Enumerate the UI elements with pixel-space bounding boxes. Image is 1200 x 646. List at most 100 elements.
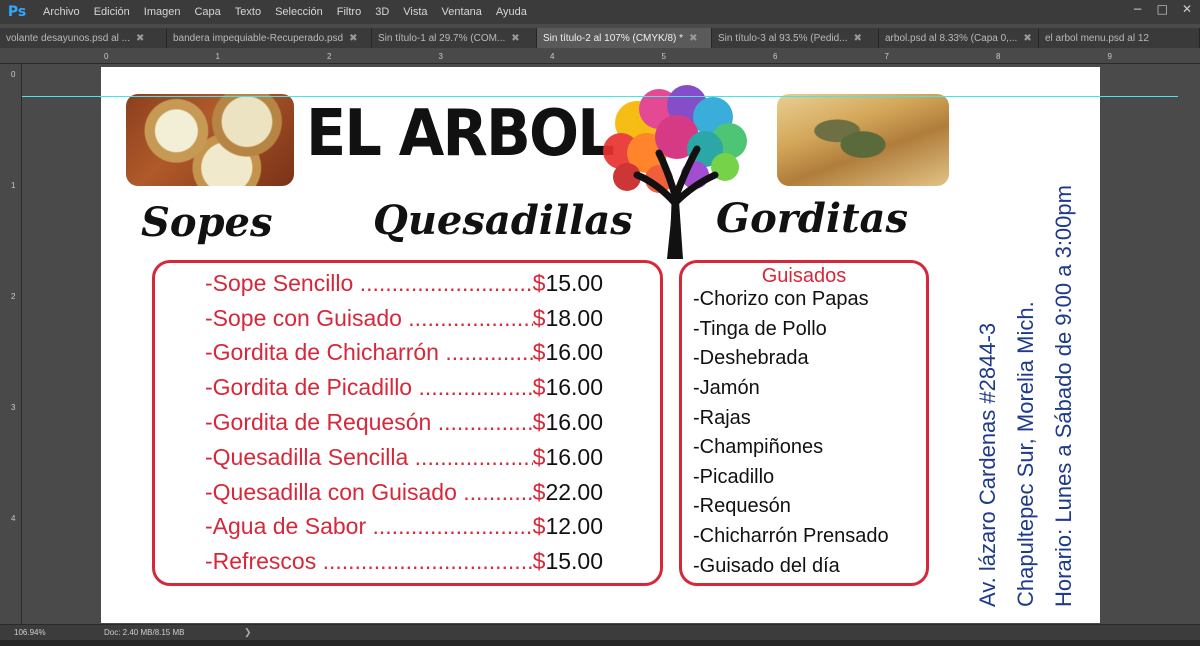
price-row: -Quesadilla Sencilla$16.00 [205, 440, 665, 475]
price-row: -Sope Sencillo$15.00 [205, 266, 665, 301]
currency-symbol: $ [532, 548, 546, 575]
guisado-item: -Guisado del día [693, 554, 840, 577]
menu-item-price: $15.00 [533, 270, 665, 297]
ruler-tick-label: 5 [661, 52, 666, 61]
currency-symbol: $ [532, 443, 546, 470]
status-bar: 106.94% Doc: 2.40 MB/8.15 MB ❯ [0, 624, 1200, 640]
ruler-tick-label: 3 [11, 403, 16, 412]
restaurant-title: EL ARBOL [306, 97, 615, 171]
menu-item-name: -Gordita de Picadillo [205, 374, 533, 401]
horizontal-ruler[interactable]: 0 1 2 3 4 5 6 7 8 9 [0, 50, 1200, 64]
ruler-tick-label: 0 [11, 70, 16, 79]
menu-item-capa[interactable]: Capa [187, 6, 227, 18]
photoshop-window: Ps Archivo Edición Imagen Capa Texto Selecció… [0, 0, 1200, 646]
menu-item-price: $16.00 [533, 444, 665, 471]
tab-close-icon[interactable]: ✖ [349, 33, 357, 44]
price-amount: 22.00 [545, 478, 603, 505]
price-amount: 16.00 [545, 443, 603, 470]
menu-item-vista[interactable]: Vista [396, 6, 434, 18]
currency-symbol: $ [532, 513, 546, 540]
tab-label: bandera impequiable-Recuperado.psd [173, 32, 344, 44]
menu-item-price: $16.00 [533, 409, 665, 436]
ruler-tick-label: 7 [884, 52, 889, 61]
menu-item-name: -Quesadilla Sencilla [205, 444, 533, 471]
menu-item-ventana[interactable]: Ventana [435, 6, 489, 18]
menu-item-imagen[interactable]: Imagen [137, 6, 188, 18]
price-list: -Sope Sencillo$15.00-Sope con Guisado$18… [205, 266, 665, 579]
menu-item-price: $18.00 [533, 305, 665, 332]
ruler-tick-label: 4 [11, 514, 16, 523]
document-tab[interactable]: Sin título-2 al 107% (CMYK/8) * ✖ [537, 28, 712, 48]
address-line-1: Av. lázaro Cardenas #2844-3 [975, 322, 1000, 607]
document-tab-bar: volante desayunos.psd al ... ✖ bandera imp… [0, 28, 1200, 48]
close-window-icon[interactable]: ✕ [1182, 2, 1192, 16]
vertical-ruler[interactable]: 0 1 2 3 4 [0, 64, 22, 624]
document-canvas[interactable]: EL ARBOL Sopes Quesadillas Gorditas -Sop… [101, 67, 1100, 623]
tab-close-icon[interactable]: ✖ [854, 33, 862, 44]
menu-item-filtro[interactable]: Filtro [330, 6, 368, 18]
minimize-icon[interactable]: − [1133, 2, 1143, 16]
currency-symbol: $ [532, 304, 546, 331]
price-amount: 18.00 [545, 304, 603, 331]
category-gorditas: Gorditas [716, 195, 908, 242]
ruler-tick-label: 6 [773, 52, 778, 61]
zoom-level[interactable]: 106.94% [0, 628, 84, 637]
price-row: -Sope con Guisado$18.00 [205, 301, 665, 336]
horizontal-guide[interactable] [22, 96, 1178, 97]
currency-symbol: $ [532, 478, 546, 505]
tab-label: Sin título-1 al 29.7% (COM... [378, 32, 506, 44]
menu-item-edici-n[interactable]: Edición [87, 6, 137, 18]
currency-symbol: $ [532, 374, 546, 401]
document-tab[interactable]: volante desayunos.psd al ... ✖ [0, 28, 167, 48]
menu-item-archivo[interactable]: Archivo [36, 6, 87, 18]
menu-item-name: -Agua de Sabor [205, 513, 533, 540]
menu-bar: Ps Archivo Edición Imagen Capa Texto Selecció… [0, 0, 1200, 24]
document-tab[interactable]: Sin título-1 al 29.7% (COM... ✖ [372, 28, 537, 48]
guisado-item: -Rajas [693, 406, 751, 429]
document-tab[interactable]: Sin título-3 al 93.5% (Pedid... ✖ [712, 28, 879, 48]
tab-label: arbol.psd al 8.33% (Capa 0,... [885, 32, 1018, 44]
tab-close-icon[interactable]: ✖ [136, 33, 144, 44]
ruler-tick-label: 2 [11, 292, 16, 301]
menu-item-price: $22.00 [533, 479, 665, 506]
menu-item-texto[interactable]: Texto [228, 6, 268, 18]
ruler-tick-label: 1 [11, 181, 16, 190]
document-tab[interactable]: bandera impequiable-Recuperado.psd ✖ [167, 28, 372, 48]
tab-close-icon[interactable]: ✖ [1023, 33, 1031, 44]
window-controls: − □ ✕ [1133, 2, 1192, 16]
menu-item-name: -Refrescos [205, 548, 533, 575]
tab-close-icon[interactable]: ✖ [511, 33, 519, 44]
menu-item-name: -Sope Sencillo [205, 270, 533, 297]
ruler-tick-label: 9 [1107, 52, 1112, 61]
menu-item-selecci-n[interactable]: Selección [268, 6, 330, 18]
menu-item-3d[interactable]: 3D [368, 6, 396, 18]
price-row: -Refrescos$15.00 [205, 544, 665, 579]
guisados-list: -Chorizo con Papas -Tinga de Pollo -Desheb… [693, 285, 929, 581]
document-tab[interactable]: arbol.psd al 8.33% (Capa 0,... ✖ [879, 28, 1039, 48]
category-quesadillas: Quesadillas [373, 197, 633, 244]
guisado-item: -Chorizo con Papas [693, 288, 869, 311]
address-line-2: Chapultepec Sur, Morelia Mich. [1013, 301, 1038, 607]
contact-info: Av. lázaro Cardenas #2844-3 Chapultepec … [971, 99, 1091, 607]
price-row: -Agua de Sabor$12.00 [205, 510, 665, 545]
price-row: -Gordita de Chicharrón$16.00 [205, 336, 665, 371]
tab-label: Sin título-3 al 93.5% (Pedid... [718, 32, 848, 44]
document-tab[interactable]: el arbol menu.psd al 12 [1039, 28, 1200, 48]
menu-item-name: -Sope con Guisado [205, 305, 533, 332]
price-amount: 15.00 [545, 548, 603, 575]
menu-item-ayuda[interactable]: Ayuda [489, 6, 534, 18]
maximize-icon[interactable]: □ [1157, 2, 1168, 16]
guisado-item: -Requesón [693, 495, 791, 518]
guisado-item: -Jamón [693, 377, 760, 400]
guisado-item: -Deshebrada [693, 347, 809, 370]
currency-symbol: $ [532, 339, 546, 366]
currency-symbol: $ [532, 269, 546, 296]
currency-symbol: $ [532, 409, 546, 436]
status-menu-arrow-icon[interactable]: ❯ [244, 627, 252, 638]
menu-item-name: -Quesadilla con Guisado [205, 479, 533, 506]
gorditas-photo [777, 94, 949, 186]
guisado-item: -Chicharrón Prensado [693, 525, 889, 548]
document-size: Doc: 2.40 MB/8.15 MB [104, 628, 185, 637]
tab-close-icon[interactable]: ✖ [689, 33, 697, 44]
menu-item-name: -Gordita de Requesón [205, 409, 533, 436]
